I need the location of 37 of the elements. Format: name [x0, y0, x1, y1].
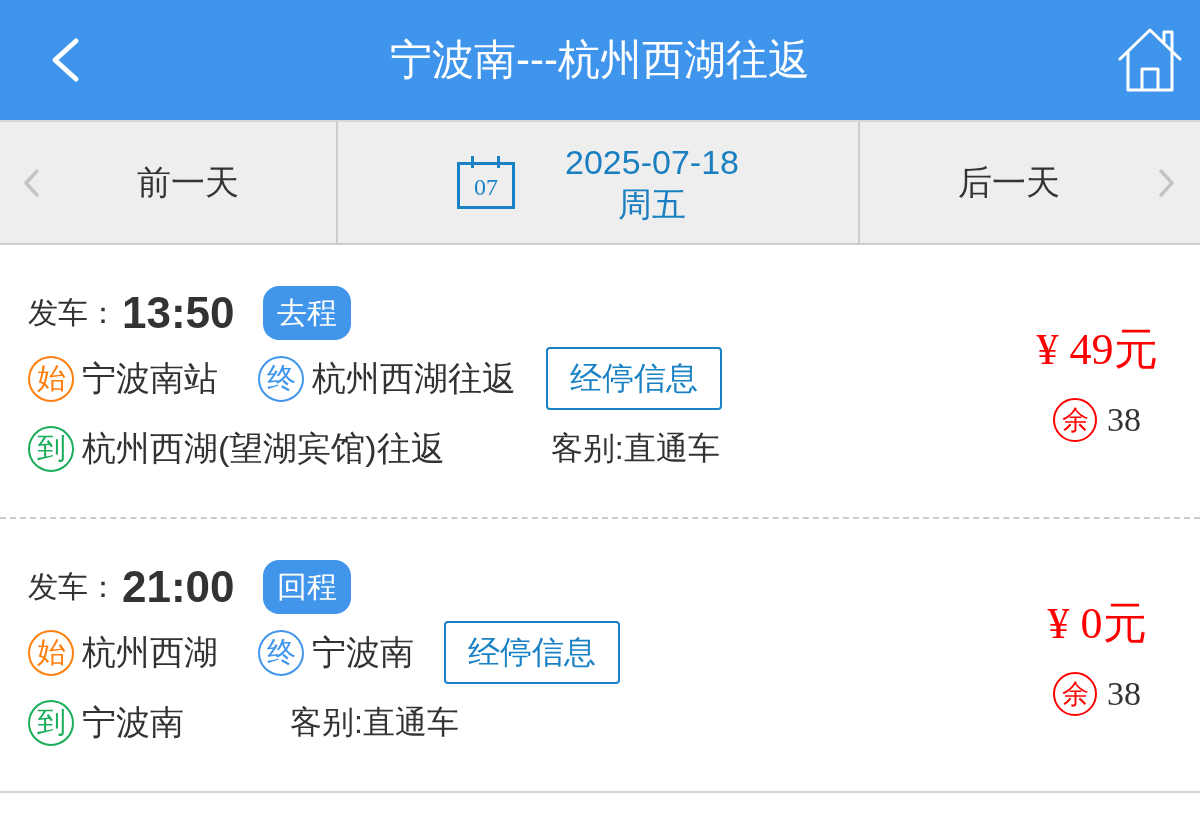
seats-marker: 余	[1053, 672, 1097, 716]
home-button[interactable]	[1118, 27, 1182, 93]
start-marker: 始	[28, 355, 74, 402]
weekday-text: 周五	[618, 183, 686, 225]
home-icon	[1118, 27, 1182, 93]
end-marker: 终	[258, 355, 304, 402]
category-text: 客别:直通车	[550, 429, 720, 468]
stops-info-button[interactable]: 经停信息	[444, 621, 620, 684]
departure-time: 13:50	[122, 288, 235, 338]
category-text: 客别:直通车	[290, 703, 459, 742]
station-name: 宁波南	[312, 631, 414, 673]
start-marker: 始	[28, 629, 74, 676]
departure-label: 发车：	[28, 568, 118, 605]
chevron-right-icon	[1158, 167, 1176, 198]
page-title: 宁波南---杭州西湖往返	[390, 35, 810, 85]
seats-marker: 余	[1053, 398, 1097, 442]
stops-info-button[interactable]: 经停信息	[546, 347, 722, 410]
station-name: 宁波南站	[82, 357, 218, 399]
fare-price: ¥ 49元	[1036, 325, 1158, 375]
chevron-left-icon	[22, 167, 40, 198]
next-day-button[interactable]: 后一天	[860, 122, 1200, 243]
station-name: 杭州西湖(望湖宾馆)往返	[82, 428, 445, 469]
departure-label: 发车：	[28, 294, 118, 331]
date-text: 2025-07-18	[565, 141, 739, 183]
end-marker: 终	[258, 629, 304, 676]
seats-count: 38	[1107, 401, 1141, 439]
direction-tag: 去程	[262, 286, 351, 340]
departure-time: 21:00	[122, 562, 235, 612]
arrival-marker: 到	[28, 426, 74, 472]
direction-tag: 回程	[262, 560, 351, 614]
arrival-marker: 到	[28, 700, 74, 746]
station-name: 杭州西湖	[82, 631, 218, 673]
seats-count: 38	[1107, 675, 1141, 713]
station-name: 杭州西湖往返	[312, 357, 516, 399]
station-name: 宁波南	[82, 702, 184, 743]
previous-day-button[interactable]: 前一天	[0, 122, 338, 243]
fare-price: ¥ 0元	[1047, 599, 1147, 649]
